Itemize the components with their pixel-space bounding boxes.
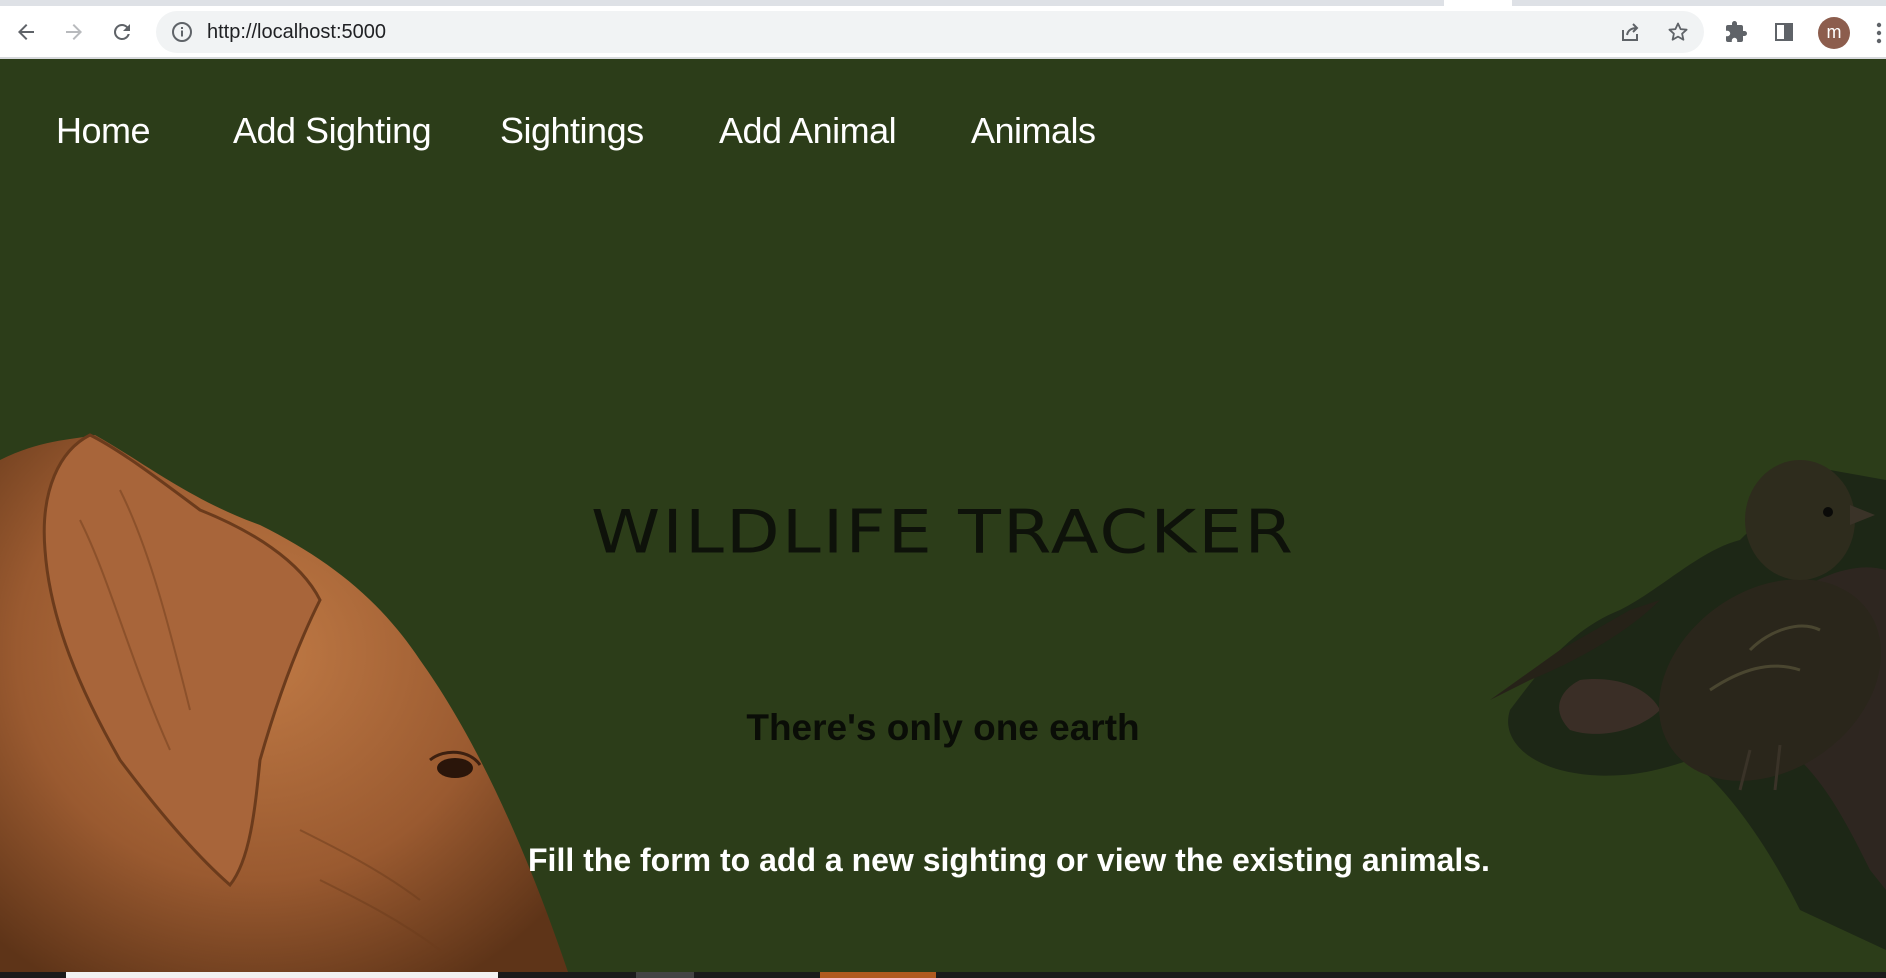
forward-button[interactable] <box>56 14 92 50</box>
scrollbar-thumb[interactable] <box>66 972 498 978</box>
kebab-menu-icon[interactable] <box>1872 20 1886 46</box>
puzzle-icon <box>1726 21 1747 42</box>
side-panel-icon <box>1775 23 1793 41</box>
strip-segment <box>820 972 936 978</box>
browser-toolbar: http://localhost:5000 m <box>0 6 1886 59</box>
nav-add-animal[interactable]: Add Animal <box>719 110 897 152</box>
arrow-left-icon <box>18 24 34 40</box>
reload-icon <box>114 24 130 40</box>
share-icon <box>1622 23 1639 41</box>
profile-avatar[interactable]: m <box>1818 17 1850 49</box>
nav-animals[interactable]: Animals <box>971 110 1096 152</box>
arrow-right-icon <box>66 24 82 40</box>
nav-sightings[interactable]: Sightings <box>500 110 644 152</box>
nav-home[interactable]: Home <box>56 110 151 152</box>
tagline: There's only one earth <box>746 707 1140 748</box>
bookmark-button[interactable] <box>1664 18 1692 46</box>
nav-add-sighting[interactable]: Add Sighting <box>233 110 432 152</box>
horizontal-scrollbar[interactable] <box>0 972 1886 978</box>
star-icon <box>1668 22 1688 41</box>
side-panel-button[interactable] <box>1766 14 1802 50</box>
strip-segment <box>636 972 694 978</box>
address-bar[interactable]: http://localhost:5000 <box>156 11 1704 53</box>
page-title: WILDLIFE TRACKER <box>590 497 1295 567</box>
info-icon[interactable] <box>170 20 194 44</box>
reload-button[interactable] <box>104 14 140 50</box>
back-button[interactable] <box>8 14 44 50</box>
extensions-button[interactable] <box>1718 14 1754 50</box>
intro-text: Fill the form to add a new sighting or v… <box>528 842 1490 878</box>
url-text[interactable]: http://localhost:5000 <box>207 21 386 44</box>
main-nav: Home Add Sighting Sightings Add Animal A… <box>0 110 1886 170</box>
share-button[interactable] <box>1616 18 1644 46</box>
